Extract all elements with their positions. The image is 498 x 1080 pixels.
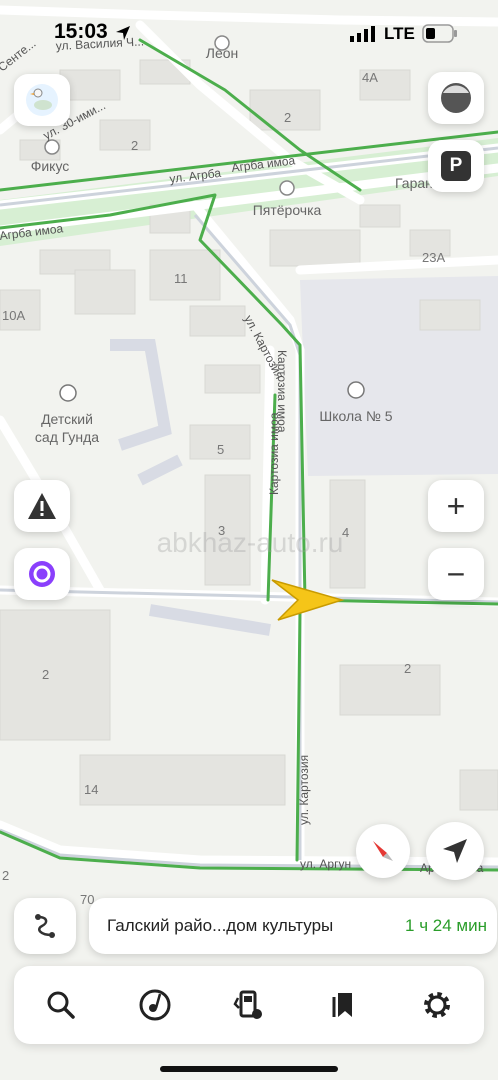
- tab-bookmarks[interactable]: [317, 979, 369, 1031]
- poi-label: Школа № 5: [319, 408, 392, 424]
- search-icon: [47, 991, 75, 1019]
- battery-icon: [422, 24, 457, 43]
- route-summary[interactable]: Галский райо...дом культуры 1 ч 24 мин: [89, 898, 497, 954]
- route-destination: Галский райо...дом культуры: [107, 916, 334, 935]
- route-eta: 1 ч 24 мин: [405, 916, 487, 935]
- home-indicator[interactable]: [160, 1066, 338, 1072]
- compass-icon: [373, 841, 393, 861]
- route-options-button[interactable]: [14, 898, 76, 954]
- house-number: 2: [404, 661, 411, 676]
- fuel-icon: [233, 990, 262, 1019]
- bookmarks-icon: [332, 993, 352, 1017]
- alice-assistant-button[interactable]: [14, 548, 70, 600]
- house-number: 23А: [422, 250, 445, 265]
- status-time: 15:03: [54, 20, 108, 43]
- school-icon: [347, 381, 365, 399]
- compass-button[interactable]: [356, 824, 410, 878]
- avatar-goose-icon: [26, 84, 58, 116]
- zoom-in-button[interactable]: +: [428, 480, 484, 532]
- parking-icon: P: [441, 151, 471, 181]
- my-location-button[interactable]: [426, 822, 484, 880]
- house-number: 2: [131, 138, 138, 153]
- house-number: 14: [84, 782, 98, 797]
- zoom-in-label: +: [446, 488, 466, 524]
- house-number: 4А: [362, 70, 378, 85]
- navigation-icon: [443, 839, 467, 863]
- tab-settings[interactable]: [411, 979, 463, 1031]
- house-number: 10А: [2, 308, 25, 323]
- layers-button[interactable]: [428, 72, 484, 124]
- location-arrow-icon: [116, 26, 130, 40]
- settings-icon: [424, 992, 450, 1018]
- zoom-out-label: −: [446, 556, 466, 592]
- toy-icon: [59, 384, 77, 402]
- house-number: 11: [174, 271, 188, 286]
- house-number: 2: [2, 868, 9, 883]
- house-number: 2: [284, 110, 291, 125]
- house-number: 5: [217, 442, 224, 457]
- house-number: 2: [42, 667, 49, 682]
- cart-icon: [279, 180, 295, 196]
- bottom-tab-bar: [14, 966, 484, 1044]
- alice-icon: [29, 561, 55, 587]
- poi-label: сад Гунда: [35, 429, 99, 445]
- poi-label: Фикус: [31, 158, 70, 174]
- profile-button[interactable]: [14, 74, 70, 126]
- tab-fuel[interactable]: [223, 979, 275, 1031]
- street-label: ул. Картозия: [297, 755, 311, 825]
- status-bar: 15:03 LTE: [0, 0, 498, 60]
- warning-icon: [28, 493, 56, 519]
- tab-music[interactable]: [129, 979, 181, 1031]
- route-icon: [35, 914, 55, 938]
- network-type: LTE: [384, 24, 415, 43]
- poi-label: Пятёрочка: [253, 202, 322, 218]
- street-label: Картозиа имоа: [267, 412, 281, 495]
- music-icon: [139, 989, 171, 1021]
- zoom-out-button[interactable]: −: [428, 548, 484, 600]
- poi-label: Детский: [41, 411, 93, 427]
- parking-button[interactable]: P: [428, 140, 484, 192]
- watermark: abkhaz-auto.ru: [157, 527, 344, 558]
- report-incident-button[interactable]: [14, 480, 70, 532]
- street-label: ул. Аргун: [300, 857, 351, 871]
- layers-icon: [441, 83, 471, 113]
- tab-search[interactable]: [35, 979, 87, 1031]
- signal-icon: [350, 26, 375, 42]
